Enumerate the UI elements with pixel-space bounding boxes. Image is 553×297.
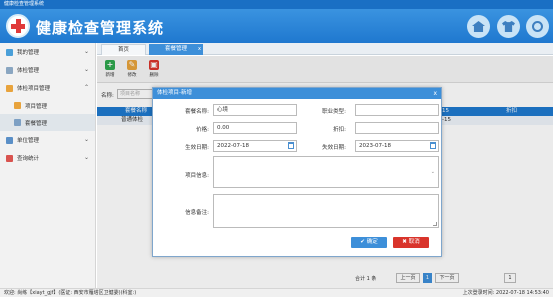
discount-label: 折扣: bbox=[333, 127, 346, 133]
name-field[interactable]: 心境 bbox=[213, 104, 297, 116]
remark-label: 信息备注: bbox=[185, 210, 209, 216]
type-select[interactable] bbox=[355, 104, 439, 116]
resize-handle-icon[interactable] bbox=[433, 222, 437, 226]
building-icon bbox=[6, 136, 13, 144]
chevron-up-icon: ⌃ bbox=[83, 84, 89, 91]
discount-field[interactable] bbox=[355, 122, 439, 134]
chevron-down-icon: ⌄ bbox=[83, 66, 89, 73]
user-info: 欢迎: 尚练【xiayt_gjf】(医证: 西安市雁塔区卫健委)(科室:) bbox=[4, 290, 137, 296]
window-title: 健康检查管理系统 bbox=[0, 0, 553, 9]
sidebar-item-exam-management[interactable]: 体检管理 ⌄ bbox=[0, 61, 95, 79]
sidebar-item-label: 单位管理 bbox=[17, 138, 40, 144]
confirm-label: 确定 bbox=[366, 239, 378, 245]
name-label: 套餐名称: bbox=[185, 109, 209, 115]
sidebar-item-package-management[interactable]: 套餐管理 bbox=[0, 114, 95, 131]
doc-icon bbox=[6, 66, 13, 74]
sidebar-item-my-management[interactable]: 我的管理 ⌄ bbox=[0, 43, 95, 61]
tab-label: 套餐管理 bbox=[164, 46, 187, 52]
end-date-value: 2023-07-18 bbox=[359, 143, 391, 149]
tab-package-management[interactable]: 套餐管理 x bbox=[149, 44, 203, 55]
add-package-dialog: 体检项目-新增 x 套餐名称: 心境 职业类型: 价格: 0.00 折扣: 生效… bbox=[152, 87, 442, 257]
end-date-field[interactable]: 2023-07-18 bbox=[355, 140, 439, 152]
cancel-label: 取消 bbox=[408, 239, 420, 245]
price-label: 价格: bbox=[196, 127, 209, 133]
calendar-icon[interactable] bbox=[288, 142, 294, 149]
shirt-button[interactable] bbox=[497, 15, 520, 38]
cancel-button[interactable]: ✖ 取消 bbox=[393, 237, 429, 248]
sidebar-item-project-management[interactable]: 项目管理 bbox=[0, 97, 95, 114]
pencil-icon bbox=[14, 102, 21, 109]
price-field[interactable]: 0.00 bbox=[213, 122, 297, 134]
remark-textarea[interactable] bbox=[213, 194, 439, 228]
status-bar: 欢迎: 尚练【xiayt_gjf】(医证: 西安市雁塔区卫健委)(科室:) 上次… bbox=[0, 288, 553, 297]
shirt-icon bbox=[502, 21, 515, 32]
calendar-icon[interactable] bbox=[430, 142, 436, 149]
sidebar-item-label: 我的管理 bbox=[17, 50, 40, 56]
home-icon bbox=[472, 21, 485, 32]
cancel-icon: ✖ bbox=[402, 239, 407, 245]
sidebar-item-label: 项目管理 bbox=[25, 103, 48, 110]
tab-home[interactable]: 首页 bbox=[101, 44, 146, 55]
logo-icon bbox=[6, 14, 30, 38]
chevron-down-icon: ⌄ bbox=[83, 48, 89, 55]
chevron-down-icon: ⌄ bbox=[83, 136, 89, 143]
sidebar-item-label: 体检管理 bbox=[17, 68, 40, 74]
sidebar-item-label: 套餐管理 bbox=[25, 120, 48, 127]
items-label: 项目信息: bbox=[185, 173, 209, 179]
app-title: 健康检查管理系统 bbox=[36, 19, 165, 37]
sidebar-item-exam-project-management[interactable]: 体检项目管理 ⌃ bbox=[0, 79, 95, 97]
close-icon[interactable]: x bbox=[198, 44, 201, 55]
chart-icon bbox=[6, 154, 13, 162]
last-login: 上次登录时间: 2022-07-18 14:53:40 bbox=[462, 290, 549, 296]
sidebar-item-label: 查询统计 bbox=[17, 156, 40, 162]
home-button[interactable] bbox=[467, 15, 490, 38]
start-date-value: 2022-07-18 bbox=[217, 143, 249, 149]
sidebar: 我的管理 ⌄ 体检管理 ⌄ 体检项目管理 ⌃ 项目管理 套餐管理 单位管理 ⌄ … bbox=[0, 43, 96, 288]
items-select[interactable]: ⌄ bbox=[213, 156, 439, 188]
power-button[interactable] bbox=[526, 15, 549, 38]
dialog-title-bar: 体检项目-新增 x bbox=[153, 88, 441, 99]
sidebar-item-query-statistics[interactable]: 查询统计 ⌄ bbox=[0, 149, 95, 167]
pencil-icon bbox=[6, 84, 13, 92]
dialog-title: 体检项目-新增 bbox=[157, 90, 192, 96]
end-date-label: 失效日期: bbox=[322, 145, 346, 151]
start-date-field[interactable]: 2022-07-18 bbox=[213, 140, 297, 152]
power-icon bbox=[532, 21, 543, 32]
app-header: 健康检查管理系统 bbox=[0, 9, 553, 43]
home-icon bbox=[6, 48, 13, 56]
check-icon: ✔ bbox=[360, 239, 365, 245]
sidebar-item-label: 体检项目管理 bbox=[17, 86, 51, 92]
chevron-down-icon: ⌄ bbox=[83, 154, 89, 161]
start-date-label: 生效日期: bbox=[185, 145, 209, 151]
type-label: 职业类型: bbox=[322, 109, 346, 115]
sidebar-item-unit-management[interactable]: 单位管理 ⌄ bbox=[0, 131, 95, 149]
chevron-down-icon: ⌄ bbox=[430, 169, 435, 175]
tab-bar: 首页 套餐管理 x bbox=[97, 43, 553, 55]
close-icon[interactable]: x bbox=[433, 88, 437, 99]
list-icon bbox=[14, 119, 21, 126]
confirm-button[interactable]: ✔ 确定 bbox=[351, 237, 387, 248]
